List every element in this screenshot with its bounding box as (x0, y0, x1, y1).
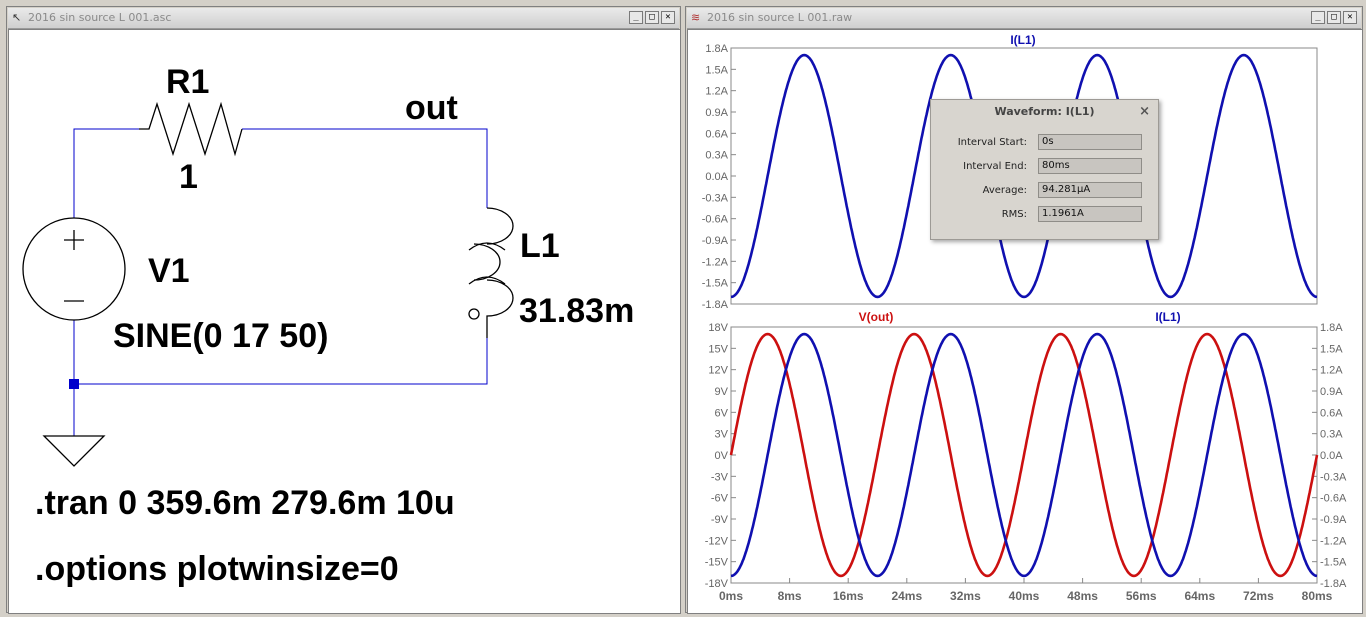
junction-node[interactable] (69, 379, 79, 389)
waveform-window: ≋ 2016 sin source L 001.raw _ □ ✕ I(L1) … (685, 6, 1363, 614)
top-y-tick-label: -1.2A (702, 256, 729, 268)
x-tick-label: 40ms (1009, 589, 1040, 603)
bottom-pane-trace-label-il1[interactable]: I(L1) (1155, 310, 1180, 324)
top-y-tick-label: 1.8A (705, 43, 728, 55)
top-y-tick-label: -1.5A (702, 278, 729, 290)
bottom-y-right-tick-label: 0.6A (1320, 407, 1343, 419)
schematic-title: 2016 sin source L 001.asc (28, 11, 172, 24)
bottom-y-left-tick-label: -6V (711, 493, 729, 505)
top-y-tick-label: 0.3A (705, 150, 728, 162)
bottom-y-right-tick-label: 1.5A (1320, 343, 1343, 355)
minimize-button[interactable]: _ (1311, 11, 1325, 24)
top-y-tick-label: 0.0A (705, 171, 728, 183)
interval-end-field[interactable]: 80ms (1038, 158, 1142, 174)
r1-value-label[interactable]: 1 (179, 158, 198, 196)
bottom-y-left-tick-label: -3V (711, 471, 729, 483)
bottom-y-right-tick-label: -0.6A (1320, 493, 1347, 505)
tran-directive[interactable]: .tran 0 359.6m 279.6m 10u (35, 484, 455, 522)
bottom-y-right-tick-label: 1.2A (1320, 365, 1343, 377)
top-pane-trace-label[interactable]: I(L1) (1010, 33, 1035, 47)
bottom-y-right-tick-label: 1.8A (1320, 322, 1343, 334)
r1-name-label[interactable]: R1 (166, 63, 209, 101)
x-tick-label: 8ms (778, 589, 802, 603)
inductor-phase-dot (468, 308, 480, 320)
bottom-y-right-tick-label: -0.9A (1320, 514, 1347, 526)
schematic-canvas[interactable]: R1 1 out L1 31.83m V1 SINE(0 17 50) .tra… (8, 29, 681, 614)
average-label: Average: (982, 185, 1027, 196)
top-y-tick-label: 1.2A (705, 86, 728, 98)
top-y-tick-label: -1.8A (702, 299, 729, 311)
ground-symbol[interactable] (42, 435, 106, 467)
bottom-y-left-tick-label: -9V (711, 514, 729, 526)
x-tick-label: 64ms (1184, 589, 1215, 603)
x-tick-label: 80ms (1302, 589, 1333, 603)
bottom-y-right-tick-label: 0.0A (1320, 450, 1343, 462)
bottom-y-right-tick-label: 0.3A (1320, 429, 1343, 441)
x-tick-label: 16ms (833, 589, 864, 603)
interval-start-label: Interval Start: (957, 137, 1027, 148)
bottom-y-right-tick-label: 0.9A (1320, 386, 1343, 398)
bottom-y-left-tick-label: 3V (715, 429, 729, 441)
top-y-tick-label: 1.5A (705, 64, 728, 76)
top-y-tick-label: -0.6A (702, 214, 729, 226)
inductor-l1-symbol[interactable] (473, 207, 514, 338)
bottom-y-left-tick-label: 12V (708, 365, 728, 377)
x-tick-label: 72ms (1243, 589, 1274, 603)
rms-field[interactable]: 1.1961A (1038, 206, 1142, 222)
bottom-y-left-tick-label: -15V (705, 557, 729, 569)
bottom-y-right-tick-label: -0.3A (1320, 471, 1347, 483)
top-y-tick-label: 0.6A (705, 128, 728, 140)
wire-top-right[interactable] (242, 128, 488, 208)
average-field[interactable]: 94.281µA (1038, 182, 1142, 198)
waveform-title: 2016 sin source L 001.raw (707, 11, 853, 24)
l1-name-label[interactable]: L1 (520, 227, 560, 265)
maximize-button[interactable]: □ (1327, 11, 1341, 24)
schematic-app-icon: ↖ (12, 11, 22, 24)
options-directive[interactable]: .options plotwinsize=0 (35, 550, 399, 588)
bottom-y-left-tick-label: 15V (708, 343, 728, 355)
waveform-info-dialog[interactable]: Waveform: I(L1) × Interval Start: 0s Int… (930, 99, 1159, 240)
waveform-titlebar[interactable]: ≋ 2016 sin source L 001.raw _ □ ✕ (687, 8, 1361, 29)
bottom-y-left-tick-label: -12V (705, 535, 729, 547)
maximize-button[interactable]: □ (645, 11, 659, 24)
top-y-tick-label: -0.9A (702, 235, 729, 247)
interval-end-label: Interval End: (963, 161, 1027, 172)
bottom-y-left-tick-label: 18V (708, 322, 728, 334)
rms-label: RMS: (1001, 209, 1027, 220)
close-button[interactable]: ✕ (1343, 11, 1357, 24)
v1-name-label[interactable]: V1 (148, 252, 190, 290)
interval-start-field[interactable]: 0s (1038, 134, 1142, 150)
bottom-y-left-tick-label: 9V (715, 386, 729, 398)
x-tick-label: 24ms (891, 589, 922, 603)
close-button[interactable]: ✕ (661, 11, 675, 24)
schematic-titlebar[interactable]: ↖ 2016 sin source L 001.asc _ □ ✕ (8, 8, 679, 29)
schematic-window: ↖ 2016 sin source L 001.asc _ □ ✕ R1 1 o… (6, 6, 681, 614)
waveform-app-icon: ≋ (691, 11, 701, 24)
top-y-tick-label: -0.3A (702, 192, 729, 204)
x-tick-label: 48ms (1067, 589, 1098, 603)
dialog-title[interactable]: Waveform: I(L1) (931, 100, 1158, 124)
top-y-tick-label: 0.9A (705, 107, 728, 119)
x-tick-label: 0ms (719, 589, 743, 603)
dialog-close-button[interactable]: × (1139, 104, 1150, 119)
bottom-y-right-tick-label: -1.2A (1320, 535, 1347, 547)
bottom-y-right-tick-label: -1.5A (1320, 557, 1347, 569)
v1-value-label[interactable]: SINE(0 17 50) (113, 317, 328, 355)
net-label-out[interactable]: out (405, 89, 458, 127)
minimize-button[interactable]: _ (629, 11, 643, 24)
bottom-y-left-tick-label: 0V (715, 450, 729, 462)
bottom-pane-trace-label-vout[interactable]: V(out) (859, 310, 894, 324)
x-tick-label: 32ms (950, 589, 981, 603)
bottom-y-left-tick-label: 6V (715, 407, 729, 419)
x-tick-label: 56ms (1126, 589, 1157, 603)
resistor-r1-symbol[interactable] (139, 101, 243, 157)
l1-value-label[interactable]: 31.83m (519, 292, 634, 330)
